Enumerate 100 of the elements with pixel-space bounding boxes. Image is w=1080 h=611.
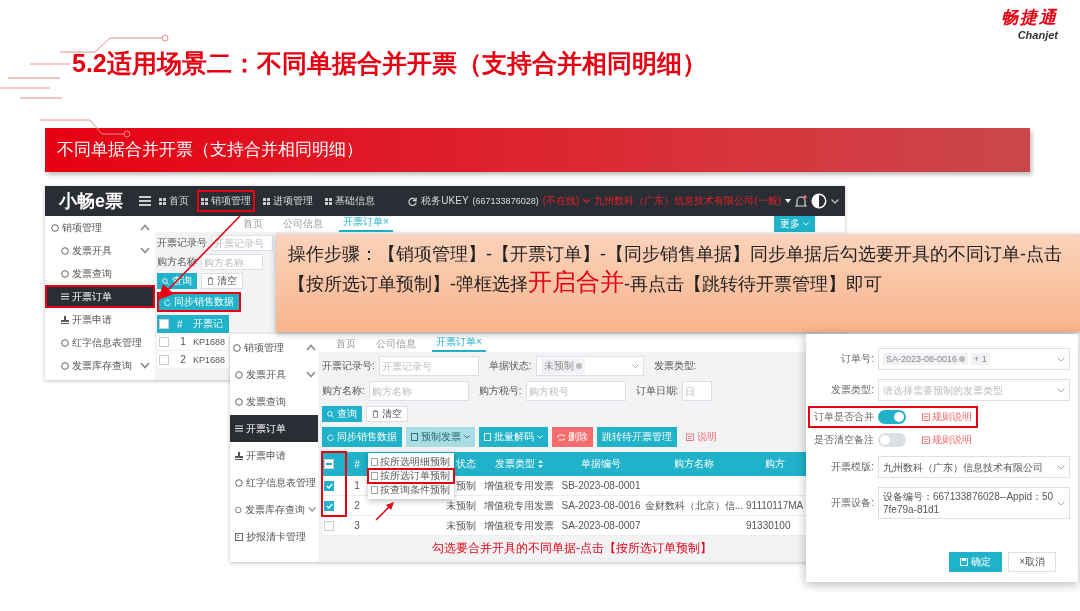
circle-icon (61, 361, 69, 370)
select-field[interactable]: 设备编号：667133876028--Appid：507fe79a-81d1 (878, 487, 1070, 519)
table-cell: 1 (175, 333, 191, 351)
checkbox[interactable] (324, 480, 334, 491)
checkbox[interactable] (324, 520, 334, 531)
column-header: 开票记 (191, 315, 229, 333)
sort-icon[interactable] (538, 460, 543, 468)
stamp-icon (61, 315, 69, 324)
toolbar-button[interactable]: 预制发票 (406, 427, 475, 447)
sidebar-item[interactable]: 销项管理 (45, 216, 155, 239)
field-label: 单据状态: (488, 359, 532, 373)
chevron-down-icon (1057, 500, 1065, 506)
search-icon (162, 277, 169, 285)
field-label: 发票类型: (653, 359, 697, 373)
select-field[interactable]: 九州数科（广东）信息技术有限公司 (878, 456, 1070, 478)
sidebar-item[interactable]: 发票查询 (45, 262, 155, 285)
sidebar-item[interactable]: 开票订单 (45, 285, 155, 308)
chevron-down-icon (803, 222, 809, 226)
field-label: 开票记录号: (322, 359, 375, 373)
checkbox[interactable] (159, 354, 169, 365)
checkbox[interactable] (159, 336, 169, 347)
field-label: 购方税号: (478, 384, 522, 398)
sidebar-item[interactable]: 红字信息表管理 (230, 469, 318, 496)
column-header: # (346, 452, 368, 476)
ukey-status: (不在线) (542, 194, 580, 208)
ukey-code: (667133876028) (472, 196, 539, 206)
refresh-icon[interactable] (408, 196, 418, 206)
instruction-callout: 操作步骤：【销项管理】-【开票订单】-【同步销售单据】同步单据后勾选要开具的不同订单-点击【按所选订单预制】-弹框选择开启合并-再点击【跳转待开票管理】即可 (276, 234, 1080, 332)
circle-icon (61, 246, 69, 255)
table-cell: KP1688 (191, 351, 229, 369)
input-field[interactable]: 开票记录号 (378, 356, 479, 376)
table-cell: 91330100 (744, 516, 806, 536)
toggle-switch[interactable] (878, 410, 906, 424)
refresh-icon (164, 298, 171, 306)
brand-logo: 畅捷通 (1001, 7, 1058, 29)
cancel-button[interactable]: ×取消 (1008, 552, 1056, 572)
chevron-down-icon (1057, 387, 1065, 393)
document-icon (484, 433, 491, 441)
column-header: 购方名称 (644, 452, 744, 476)
sidebar-item[interactable]: 发票开具 (45, 239, 155, 262)
circle-icon (235, 478, 243, 487)
tag: SA-2023-08-0016 (883, 353, 969, 365)
checkbox[interactable] (324, 500, 334, 511)
check-icon (325, 482, 333, 489)
chevron-down-icon[interactable] (831, 198, 839, 204)
avatar-icon[interactable] (811, 193, 827, 209)
stamp-icon (235, 451, 243, 460)
table-cell: SA-2023-08-0007 (558, 516, 644, 536)
arrow (374, 500, 396, 522)
document-icon (411, 433, 418, 441)
ukey-label: 税务UKEY (421, 194, 469, 208)
circle-icon (61, 338, 69, 347)
circle-icon (233, 343, 241, 352)
sidebar-item[interactable]: 开票申请 (230, 442, 318, 469)
checkbox[interactable] (159, 319, 169, 329)
table-cell: 增值税专用发票 (480, 476, 558, 496)
slide-title: 5.2适用场景二：不同单据合并开票（支持合并相同明细） (72, 48, 707, 79)
table-cell: 2 (175, 351, 191, 369)
list-icon (235, 425, 243, 432)
nav-item[interactable]: 基础信息 (321, 190, 379, 212)
toggle-switch[interactable] (878, 433, 906, 447)
input-field[interactable]: 开票记录号 (211, 235, 273, 251)
menu-icon[interactable] (139, 196, 151, 206)
circle-icon (235, 397, 243, 406)
table-cell: 3 (346, 516, 368, 536)
close-icon[interactable] (959, 356, 966, 362)
document-icon (922, 436, 930, 444)
app-logo: 小畅e票 (58, 190, 124, 213)
table-cell: SB-2023-08-0001 (558, 476, 644, 496)
grid-icon (159, 197, 166, 205)
nav-item[interactable]: 销项管理 (197, 190, 255, 212)
checkbox[interactable] (324, 459, 334, 469)
close-icon[interactable] (575, 363, 582, 369)
clear-button[interactable]: 清空 (201, 273, 243, 289)
column-header: # (175, 315, 191, 333)
bell-icon[interactable] (795, 194, 807, 208)
circle-icon (51, 223, 59, 232)
nav-item[interactable]: 首页 (155, 190, 193, 212)
sidebar-item[interactable]: 红字信息表管理 (45, 331, 155, 354)
check-icon (325, 502, 333, 509)
column-header: 发票类型 (480, 452, 558, 476)
sidebar-item[interactable]: 发票库存查询 (45, 354, 155, 377)
caret-icon[interactable] (785, 199, 791, 203)
sidebar-item[interactable]: 抄报清卡管理 (230, 523, 318, 550)
field-label: 发票类型: (830, 383, 874, 397)
tag: + 1 (971, 353, 990, 365)
sidebar-item[interactable]: 发票开具 (230, 361, 318, 388)
list-icon (61, 293, 69, 300)
sidebar-item[interactable]: 销项管理 (230, 334, 318, 361)
sidebar-item[interactable]: 开票订单 (230, 415, 318, 442)
sidebar-item[interactable]: 发票查询 (230, 388, 318, 415)
chevron-down-icon (537, 435, 543, 439)
clear-button[interactable]: 清空 (366, 406, 408, 422)
nav-item[interactable]: 进项管理 (259, 190, 317, 212)
field-label: 订单是否合并 (814, 410, 874, 424)
table-cell: 增值税专用发票 (480, 496, 558, 516)
sidebar-item[interactable]: 发票库存查询 (230, 496, 318, 523)
sidebar-item[interactable]: 开票申请 (45, 308, 155, 331)
chevron-down-icon (464, 435, 470, 439)
field-label: 开票记录号 (157, 236, 207, 250)
